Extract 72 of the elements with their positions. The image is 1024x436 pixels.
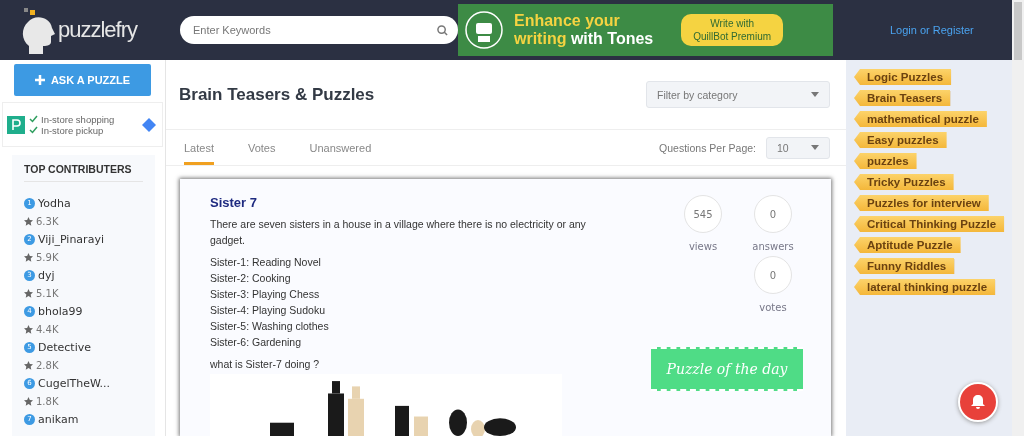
category-tag[interactable]: Brain Teasers xyxy=(854,90,951,106)
search-field[interactable]: Enter Keywords xyxy=(180,16,458,44)
scrollbar[interactable] xyxy=(1012,0,1024,436)
contributor-name[interactable]: Yodha xyxy=(38,196,71,210)
contributor-name[interactable]: bhola99 xyxy=(38,304,83,318)
star-icon xyxy=(24,216,33,226)
contributor-name[interactable]: CugelTheW... xyxy=(38,376,111,390)
dropdown-caret-icon xyxy=(811,145,819,150)
star-icon xyxy=(24,360,33,370)
question-line: Sister-4: Playing Sudoku xyxy=(210,303,326,318)
sort-tab[interactable]: Latest xyxy=(184,130,214,165)
category-tag[interactable]: Critical Thinking Puzzle xyxy=(854,216,1005,232)
robot-icon xyxy=(464,10,504,50)
star-icon xyxy=(24,288,33,298)
answers-count: 0 xyxy=(754,195,792,233)
category-tag[interactable]: Puzzles for interview xyxy=(854,195,989,211)
question-line: Sister-2: Cooking xyxy=(210,271,292,286)
ad-headline: Enhance your writing with Tones xyxy=(514,12,654,48)
contributor-score: 5.1K xyxy=(36,287,59,299)
contributor-name[interactable]: Viji_Pinarayi xyxy=(38,232,104,246)
ad-card[interactable]: In-store shopping In-store pickup xyxy=(2,102,163,147)
star-icon xyxy=(24,252,33,262)
star-icon xyxy=(24,396,33,406)
category-tag[interactable]: Easy puzzles xyxy=(854,132,947,148)
category-tag[interactable]: Tricky Puzzles xyxy=(854,174,954,190)
per-page-select[interactable]: 10 xyxy=(766,136,830,159)
ask-puzzle-button[interactable]: ASK A PUZZLE xyxy=(14,64,151,97)
question-title[interactable]: Sister 7 xyxy=(210,195,610,210)
views-count: 545 xyxy=(684,195,722,233)
contributor-score: 4.4K xyxy=(36,323,59,335)
bell-icon xyxy=(970,394,986,410)
contributor-name[interactable]: dyj xyxy=(38,268,55,282)
contributor-score: 1.8K xyxy=(36,395,59,407)
ad-cta-button[interactable]: Write with QuillBot Premium xyxy=(681,14,784,46)
logo-text[interactable]: puzzlefry xyxy=(58,17,138,43)
category-tag[interactable]: mathematical puzzle xyxy=(854,111,987,127)
category-tag[interactable]: Funny Riddles xyxy=(854,258,955,274)
votes-count: 0 xyxy=(754,256,792,294)
question-line: Sister-3: Playing Chess xyxy=(210,287,321,302)
per-page-label: Questions Per Page: xyxy=(659,141,756,154)
contributor-name[interactable]: anikam xyxy=(38,412,79,426)
sort-tab[interactable]: Unanswered xyxy=(309,130,372,165)
contributor-name[interactable]: Detective xyxy=(38,340,91,354)
search-icon[interactable] xyxy=(437,25,448,36)
contributor-score: 5.9K xyxy=(36,251,59,263)
category-tag[interactable]: Logic Puzzles xyxy=(854,69,952,85)
votes-label: votes xyxy=(759,302,787,313)
sort-tab[interactable]: Votes xyxy=(247,130,276,165)
category-filter[interactable]: Filter by category xyxy=(646,81,830,108)
puzzle-of-day-ribbon: Puzzle of the day xyxy=(651,347,803,391)
answers-label: answers xyxy=(752,241,794,252)
plus-icon xyxy=(34,75,45,86)
views-label: views xyxy=(688,241,718,252)
ad-line: In-store pickup xyxy=(41,124,104,136)
parking-icon xyxy=(7,115,25,134)
category-tag[interactable]: lateral thinking puzzle xyxy=(854,279,996,295)
star-icon xyxy=(24,324,33,334)
category-tag[interactable]: puzzles xyxy=(854,153,917,169)
ad-banner[interactable]: Enhance your writing with Tones Write with QuillBot Premium xyxy=(458,4,833,56)
question-text: There are seven sisters in a house in a village where there is no electricity or any gadget. xyxy=(210,217,587,248)
question-line: Sister-5: Washing clothes xyxy=(210,319,330,334)
contributor-score: 2.8K xyxy=(36,359,59,371)
ad-line: In-store shopping xyxy=(41,113,115,125)
login-link[interactable]: Login or Register xyxy=(890,24,974,36)
category-tag[interactable]: Aptitude Puzzle xyxy=(854,237,961,253)
question-line: Sister-1: Reading Novel xyxy=(210,255,322,270)
contributor-score: 6.3K xyxy=(36,215,59,227)
question-text: what is Sister-7 doing ? xyxy=(210,357,321,372)
question-line: Sister-6: Gardening xyxy=(210,335,303,350)
page-title: Brain Teasers & Puzzles xyxy=(179,84,375,105)
contributors-heading: TOP CONTRIBUTERS xyxy=(24,163,143,182)
dropdown-caret-icon xyxy=(811,92,819,97)
